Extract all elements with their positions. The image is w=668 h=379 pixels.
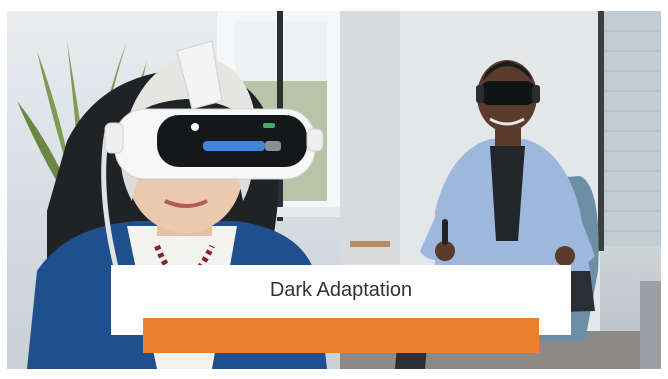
title-accent-bar xyxy=(143,318,539,353)
slide-title: Dark Adaptation xyxy=(269,279,413,301)
presentation-slide: Dark Adaptation xyxy=(7,11,661,369)
